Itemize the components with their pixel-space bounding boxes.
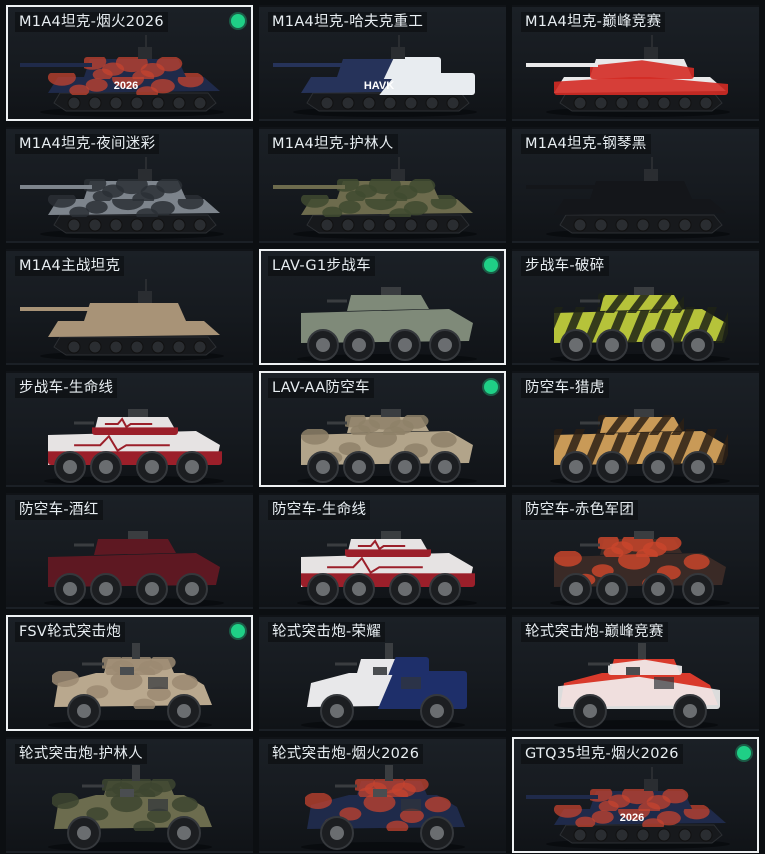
skin-card[interactable]: M1A4坦克-巅峰竞赛 — [512, 5, 759, 121]
skin-card[interactable]: LAV-AA防空车 — [259, 371, 506, 487]
skin-name: M1A4坦克-哈夫克重工 — [268, 12, 428, 32]
skin-card[interactable]: 轮式突击炮-护林人 — [6, 737, 253, 853]
skin-name: LAV-AA防空车 — [268, 378, 374, 398]
apc-icon — [297, 531, 477, 607]
skin-name: 轮式突击炮-护林人 — [15, 744, 147, 764]
apc-icon — [44, 409, 224, 485]
skin-name: 步战车-破碎 — [521, 256, 609, 276]
skin-name: M1A4坦克-护林人 — [268, 134, 398, 154]
equipped-indicator-icon — [231, 624, 245, 638]
skin-card[interactable]: HAVK M1A4坦克-哈夫克重工 — [259, 5, 506, 121]
skin-name: 防空车-猎虎 — [521, 378, 609, 398]
skin-card[interactable]: 步战车-生命线 — [6, 371, 253, 487]
tank-icon — [526, 35, 730, 117]
skin-card[interactable]: FSV轮式突击炮 — [6, 615, 253, 731]
skin-card[interactable]: 防空车-酒红 — [6, 493, 253, 609]
skin-card[interactable]: 防空车-生命线 — [259, 493, 506, 609]
skin-card[interactable]: M1A4坦克-夜间迷彩 — [6, 127, 253, 243]
equipped-indicator-icon — [231, 14, 245, 28]
fsv-icon — [301, 643, 467, 729]
skin-card[interactable]: 轮式突击炮-烟火2026 — [259, 737, 506, 853]
apc-icon — [550, 409, 730, 485]
skin-grid: 2026 M1A4坦克-烟火2026 HAVK M1A4坦克-哈夫克重工 M1A4坦克-… — [0, 0, 765, 854]
tank-icon — [526, 157, 730, 239]
skin-name: M1A4坦克-夜间迷彩 — [15, 134, 160, 154]
apc-icon — [550, 287, 730, 363]
skin-name: LAV-G1步战车 — [268, 256, 375, 276]
skin-card[interactable]: 2026 M1A4坦克-烟火2026 — [6, 5, 253, 121]
skin-name: 轮式突击炮-荣耀 — [268, 622, 386, 642]
fsv-icon — [554, 643, 720, 729]
tank-icon: 2026 — [20, 35, 224, 117]
tank-icon — [20, 279, 224, 361]
skin-name: M1A4坦克-烟火2026 — [15, 12, 168, 32]
fsv-icon — [48, 643, 212, 729]
skin-card[interactable]: 防空车-猎虎 — [512, 371, 759, 487]
tank-icon — [20, 157, 224, 239]
equipped-indicator-icon — [484, 258, 498, 272]
vehicle-decal: 2026 — [114, 80, 138, 92]
apc-icon — [44, 531, 224, 607]
tank-icon — [273, 157, 477, 239]
equipped-indicator-icon — [484, 380, 498, 394]
skin-name: 防空车-赤色军团 — [521, 500, 639, 520]
apc-icon — [297, 409, 477, 485]
apc-icon — [297, 287, 477, 363]
skin-card[interactable]: 轮式突击炮-荣耀 — [259, 615, 506, 731]
vehicle-decal: HAVK — [364, 80, 394, 92]
fsv-icon — [48, 765, 212, 851]
skin-name: M1A4主战坦克 — [15, 256, 125, 276]
skin-name: GTQ35坦克-烟火2026 — [521, 744, 683, 764]
skin-name: 防空车-酒红 — [15, 500, 103, 520]
skin-card[interactable]: 防空车-赤色军团 — [512, 493, 759, 609]
tank-icon: 2026 — [526, 767, 730, 849]
skin-card[interactable]: 轮式突击炮-巅峰竞赛 — [512, 615, 759, 731]
apc-icon — [550, 531, 730, 607]
skin-name: M1A4坦克-钢琴黑 — [521, 134, 651, 154]
fsv-icon — [301, 765, 465, 851]
skin-name: 防空车-生命线 — [268, 500, 371, 520]
skin-name: FSV轮式突击炮 — [15, 622, 126, 642]
vehicle-decal: 2026 — [620, 812, 644, 824]
skin-card[interactable]: 步战车-破碎 — [512, 249, 759, 365]
tank-icon: HAVK — [273, 35, 477, 117]
skin-name: M1A4坦克-巅峰竞赛 — [521, 12, 666, 32]
skin-card[interactable]: M1A4坦克-护林人 — [259, 127, 506, 243]
equipped-indicator-icon — [737, 746, 751, 760]
skin-card[interactable]: 2026 GTQ35坦克-烟火2026 — [512, 737, 759, 853]
skin-card[interactable]: LAV-G1步战车 — [259, 249, 506, 365]
skin-name: 步战车-生命线 — [15, 378, 118, 398]
skin-card[interactable]: M1A4坦克-钢琴黑 — [512, 127, 759, 243]
skin-name: 轮式突击炮-烟火2026 — [268, 744, 424, 764]
skin-card[interactable]: M1A4主战坦克 — [6, 249, 253, 365]
skin-name: 轮式突击炮-巅峰竞赛 — [521, 622, 668, 642]
